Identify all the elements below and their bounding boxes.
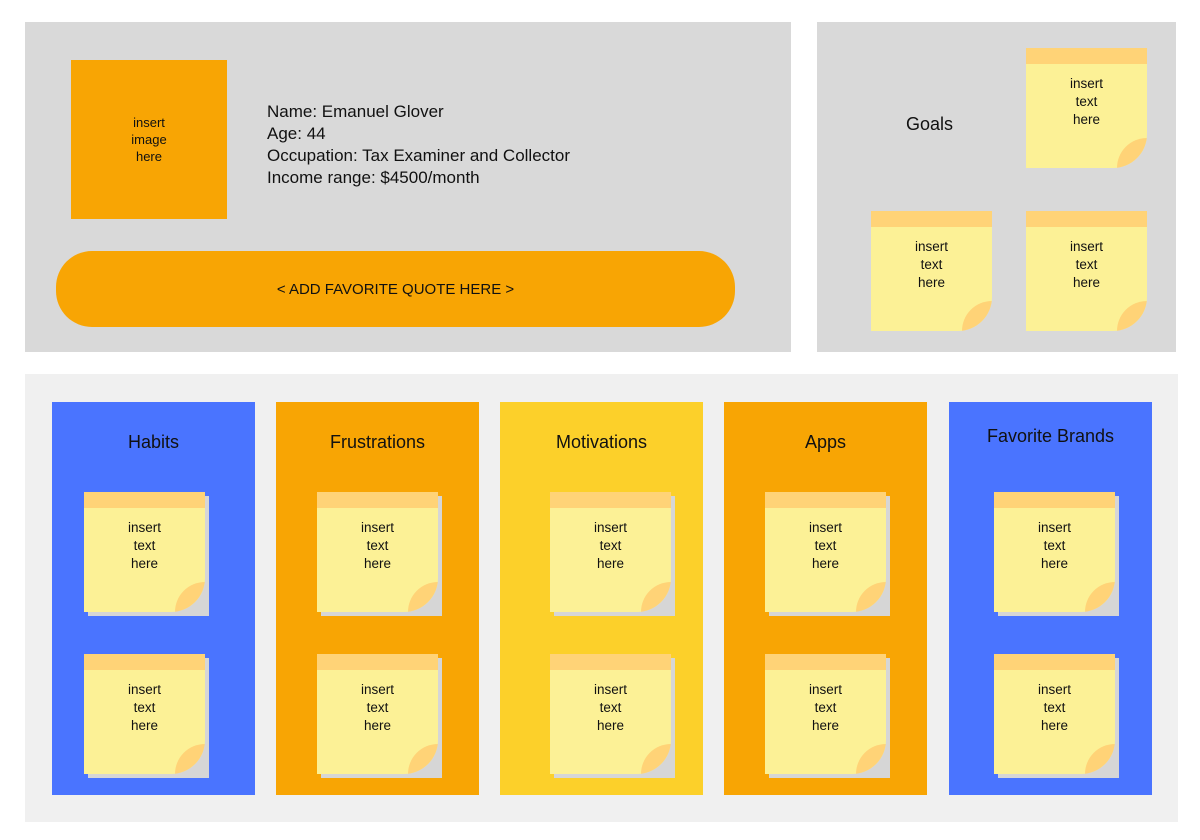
goal-sticky-note[interactable]: insert text here [1026, 211, 1147, 333]
sticky-note-text: insert text here [360, 682, 394, 733]
page-curl-icon [1117, 138, 1147, 168]
column-title: Apps [804, 432, 847, 452]
column-title: Favorite Brands [986, 426, 1115, 446]
page-curl-icon [641, 582, 671, 612]
image-placeholder-text: insert image here [131, 115, 167, 164]
sticky-note-text: insert text here [360, 520, 394, 571]
sticky-note-text: insert text here [1069, 239, 1103, 290]
sticky-note-paper: insert text here [1026, 48, 1147, 168]
page-curl-icon [175, 582, 205, 612]
sticky-note[interactable]: insert text here [317, 492, 442, 616]
sticky-note-band [871, 211, 992, 227]
page-curl-icon [962, 301, 992, 331]
category-column-apps: Apps insert text here insert text here [724, 402, 927, 795]
sticky-note-text: insert text here [808, 520, 842, 571]
sticky-note-text: insert text here [1069, 76, 1103, 127]
sticky-note-paper: insert text here [317, 492, 438, 612]
category-column-habits: Habits insert text here insert text here [52, 402, 255, 795]
category-column-favorite-brands: Favorite Brands insert text here insert … [949, 402, 1152, 795]
profile-image-placeholder[interactable]: insert image here [71, 60, 227, 219]
column-title: Motivations [555, 432, 648, 452]
occupation-line: Occupation: Tax Examiner and Collector [267, 146, 571, 165]
sticky-note-paper: insert text here [765, 654, 886, 774]
sticky-note-paper: insert text here [550, 492, 671, 612]
page-curl-icon [856, 744, 886, 774]
sticky-note-paper: insert text here [84, 654, 205, 774]
sticky-note[interactable]: insert text here [550, 492, 675, 616]
sticky-note-band [84, 654, 205, 670]
sticky-note-band [765, 492, 886, 508]
sticky-note-paper: insert text here [765, 492, 886, 612]
sticky-note-text: insert text here [914, 239, 948, 290]
sticky-note-paper: insert text here [1026, 211, 1147, 331]
goal-sticky-note[interactable]: insert text here [871, 211, 992, 333]
page-curl-icon [1085, 744, 1115, 774]
sticky-note-paper: insert text here [994, 492, 1115, 612]
sticky-note-band [1026, 48, 1147, 64]
sticky-note-band [550, 654, 671, 670]
sticky-note[interactable]: insert text here [317, 654, 442, 778]
page-curl-icon [175, 744, 205, 774]
profile-panel: insert image here Name: Emanuel Glover A… [25, 22, 791, 352]
sticky-note-paper: insert text here [317, 654, 438, 774]
sticky-note-text: insert text here [593, 520, 627, 571]
sticky-note-band [994, 654, 1115, 670]
age-line: Age: 44 [267, 124, 326, 143]
sticky-note-band [1026, 211, 1147, 227]
goal-sticky-note[interactable]: insert text here [1026, 48, 1147, 170]
sticky-note-band [550, 492, 671, 508]
sticky-note-text: insert text here [127, 520, 161, 571]
page-curl-icon [408, 744, 438, 774]
profile-info: Name: Emanuel Glover Age: 44 Occupation:… [267, 101, 570, 189]
sticky-note-band [84, 492, 205, 508]
sticky-note-band [317, 492, 438, 508]
goals-panel: Goals insert text here insert text here … [817, 22, 1176, 352]
sticky-note[interactable]: insert text here [765, 492, 890, 616]
sticky-note-paper: insert text here [84, 492, 205, 612]
sticky-note[interactable]: insert text here [84, 492, 209, 616]
sticky-note-text: insert text here [1037, 520, 1071, 571]
sticky-note[interactable]: insert text here [994, 654, 1119, 778]
category-column-frustrations: Frustrations insert text here insert tex… [276, 402, 479, 795]
page-curl-icon [856, 582, 886, 612]
page-curl-icon [1117, 301, 1147, 331]
sticky-note-paper: insert text here [994, 654, 1115, 774]
goals-title: Goals [905, 114, 954, 134]
name-line: Name: Emanuel Glover [267, 102, 444, 121]
sticky-note-text: insert text here [593, 682, 627, 733]
sticky-note-paper: insert text here [550, 654, 671, 774]
sticky-note[interactable]: insert text here [994, 492, 1119, 616]
page-curl-icon [641, 744, 671, 774]
sticky-note-text: insert text here [1037, 682, 1071, 733]
quote-text: < ADD FAVORITE QUOTE HERE > [276, 280, 515, 298]
page-curl-icon [408, 582, 438, 612]
category-column-motivations: Motivations insert text here insert text… [500, 402, 703, 795]
sticky-note-text: insert text here [127, 682, 161, 733]
column-title: Habits [127, 432, 180, 452]
sticky-note[interactable]: insert text here [84, 654, 209, 778]
page-curl-icon [1085, 582, 1115, 612]
sticky-note-text: insert text here [808, 682, 842, 733]
categories-panel: Habits insert text here insert text here… [25, 374, 1178, 822]
income-line: Income range: $4500/month [267, 168, 480, 187]
sticky-note-band [994, 492, 1115, 508]
favorite-quote-box[interactable]: < ADD FAVORITE QUOTE HERE > [56, 251, 735, 327]
sticky-note[interactable]: insert text here [550, 654, 675, 778]
sticky-note-paper: insert text here [871, 211, 992, 331]
sticky-note-band [765, 654, 886, 670]
sticky-note-band [317, 654, 438, 670]
column-title: Frustrations [329, 432, 426, 452]
sticky-note[interactable]: insert text here [765, 654, 890, 778]
